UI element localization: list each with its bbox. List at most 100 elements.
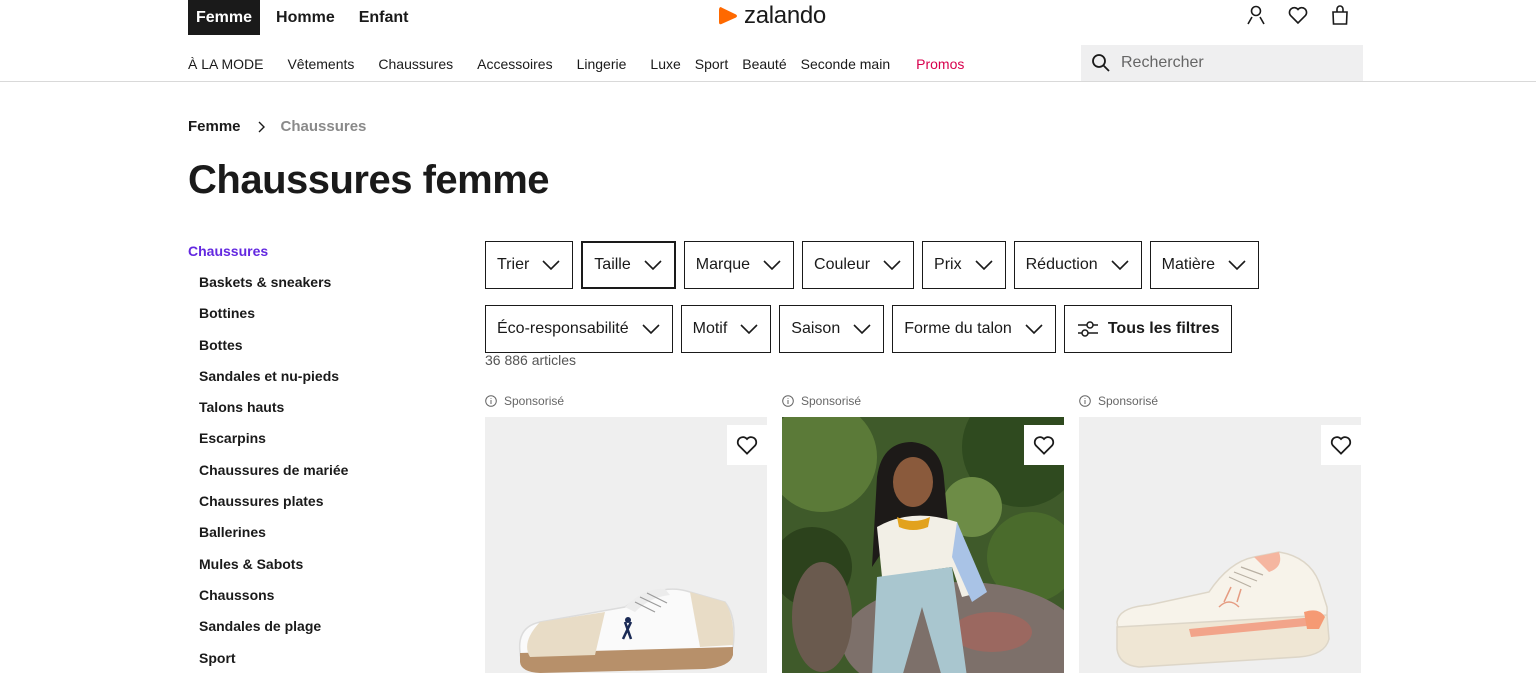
filter-reduction-button[interactable]: Réduction xyxy=(1013,241,1142,289)
chevron-down-icon xyxy=(542,260,560,271)
search-bar[interactable] xyxy=(1081,45,1363,81)
sidebar-item-ballerines[interactable]: Ballerines xyxy=(199,524,348,555)
sponsored-label: Sponsorisé xyxy=(485,393,767,409)
sponsored-text: Sponsorisé xyxy=(504,394,565,408)
sidebar-heading[interactable]: Chaussures xyxy=(188,243,348,259)
chevron-down-icon xyxy=(1228,260,1246,271)
gender-tab-femme[interactable]: Femme xyxy=(188,0,261,35)
gender-tabs: Femme Homme Enfant xyxy=(188,0,425,35)
wishlist-button[interactable] xyxy=(1024,425,1064,465)
filter-label: Éco-responsabilité xyxy=(497,320,629,337)
model-photo-image xyxy=(782,417,1064,673)
product-card[interactable]: Sponsorisé xyxy=(485,393,767,673)
filter-motif-button[interactable]: Motif xyxy=(680,305,772,353)
sidebar-item-sandales[interactable]: Sandales et nu-pieds xyxy=(199,368,348,399)
heart-icon[interactable] xyxy=(1286,3,1310,27)
filter-taille-button[interactable]: Taille xyxy=(581,241,676,289)
sidebar-list: Baskets & sneakers Bottines Bottes Sanda… xyxy=(188,274,348,673)
filter-couleur-button[interactable]: Couleur xyxy=(802,241,915,289)
sidebar-item-escarpins[interactable]: Escarpins xyxy=(199,430,348,461)
filter-label: Prix xyxy=(934,256,962,273)
sidebar-item-plates[interactable]: Chaussures plates xyxy=(199,493,348,524)
info-icon[interactable] xyxy=(782,395,794,407)
wishlist-button[interactable] xyxy=(727,425,767,465)
article-count: 36 886 articles xyxy=(485,352,577,368)
chevron-down-icon xyxy=(883,260,901,271)
page-title: Chaussures femme xyxy=(188,158,550,202)
all-filters-label: Tous les filtres xyxy=(1107,320,1220,337)
nav-item-beaute[interactable]: Beauté xyxy=(742,56,786,72)
nav-item-lingerie[interactable]: Lingerie xyxy=(577,56,627,72)
filter-prix-button[interactable]: Prix xyxy=(922,241,1006,289)
sidebar-item-plage[interactable]: Sandales de plage xyxy=(199,618,348,649)
filter-matiere-button[interactable]: Matière xyxy=(1149,241,1260,289)
breadcrumb-femme[interactable]: Femme xyxy=(188,118,241,135)
filter-label: Matière xyxy=(1161,256,1216,273)
breadcrumb: Femme Chaussures xyxy=(188,118,366,135)
filter-eco-button[interactable]: Éco-responsabilité xyxy=(485,305,673,353)
user-icon[interactable] xyxy=(1244,3,1268,27)
filter-trier-button[interactable]: Trier xyxy=(485,241,574,289)
sponsored-text: Sponsorisé xyxy=(801,394,862,408)
chevron-down-icon xyxy=(853,324,871,335)
search-icon xyxy=(1092,54,1110,72)
gender-tab-homme[interactable]: Homme xyxy=(268,0,343,35)
sliders-icon xyxy=(1077,321,1098,337)
filter-label: Trier xyxy=(497,256,530,273)
chevron-down-icon xyxy=(1111,260,1129,271)
nav-item-sport[interactable]: Sport xyxy=(695,56,728,72)
sponsored-text: Sponsorisé xyxy=(1098,394,1159,408)
filter-saison-button[interactable]: Saison xyxy=(779,305,885,353)
logo-play-icon xyxy=(719,7,737,25)
filter-label: Motif xyxy=(692,320,728,337)
nav-item-promos[interactable]: Promos xyxy=(916,56,964,72)
nav-item-chaussures[interactable]: Chaussures xyxy=(378,56,453,72)
chevron-down-icon xyxy=(763,260,781,271)
sidebar-item-sport[interactable]: Sport xyxy=(199,650,348,673)
sidebar-item-bottes[interactable]: Bottes xyxy=(199,337,348,368)
sidebar-item-talons-hauts[interactable]: Talons hauts xyxy=(199,399,348,430)
white-sneaker-image xyxy=(485,417,767,673)
product-card[interactable]: Sponsorisé xyxy=(782,393,1064,673)
chevron-right-icon xyxy=(258,121,265,132)
header-icons xyxy=(1244,3,1352,27)
info-icon[interactable] xyxy=(485,395,497,407)
nav-item-accessoires[interactable]: Accessoires xyxy=(477,56,552,72)
filter-label: Taille xyxy=(594,256,631,273)
sidebar-item-mariee[interactable]: Chaussures de mariée xyxy=(199,462,348,493)
sidebar-item-bottines[interactable]: Bottines xyxy=(199,305,348,336)
filter-label: Forme du talon xyxy=(904,320,1012,337)
bag-icon[interactable] xyxy=(1328,3,1352,27)
filter-marque-button[interactable]: Marque xyxy=(683,241,795,289)
main-navigation: À LA MODE Vêtements Chaussures Accessoir… xyxy=(188,56,988,72)
category-sidebar: Chaussures Baskets & sneakers Bottines B… xyxy=(188,243,348,673)
sidebar-item-chaussons[interactable]: Chaussons xyxy=(199,587,348,618)
top-header: Femme Homme Enfant zalando À LA MODE Vêt… xyxy=(0,0,1536,82)
product-card[interactable]: Sponsorisé xyxy=(1079,393,1361,673)
info-icon[interactable] xyxy=(1079,395,1091,407)
product-grid: Sponsorisé Sponsorisé Sponsorisé xyxy=(485,393,1361,673)
gender-tab-enfant[interactable]: Enfant xyxy=(351,0,417,35)
search-input[interactable] xyxy=(1121,54,1341,72)
zalando-logo[interactable]: zalando xyxy=(716,2,826,30)
filter-label: Marque xyxy=(695,256,751,273)
heart-icon xyxy=(1330,436,1352,455)
chevron-down-icon xyxy=(740,324,758,335)
nav-item-a-la-mode[interactable]: À LA MODE xyxy=(188,56,263,72)
sidebar-item-baskets[interactable]: Baskets & sneakers xyxy=(199,274,348,305)
platform-sneaker-image xyxy=(1079,417,1361,673)
filter-forme-talon-button[interactable]: Forme du talon xyxy=(892,305,1056,353)
nav-item-luxe[interactable]: Luxe xyxy=(650,56,680,72)
product-image[interactable] xyxy=(1079,417,1361,673)
all-filters-button[interactable]: Tous les filtres xyxy=(1063,305,1232,353)
sidebar-item-mules[interactable]: Mules & Sabots xyxy=(199,556,348,587)
product-image[interactable] xyxy=(782,417,1064,673)
sponsored-label: Sponsorisé xyxy=(782,393,1064,409)
heart-icon xyxy=(736,436,758,455)
product-image[interactable] xyxy=(485,417,767,673)
nav-item-vetements[interactable]: Vêtements xyxy=(287,56,354,72)
heart-icon xyxy=(1033,436,1055,455)
nav-item-seconde-main[interactable]: Seconde main xyxy=(801,56,891,72)
wishlist-button[interactable] xyxy=(1321,425,1361,465)
filter-bar: Trier Taille Marque Couleur Prix Réducti… xyxy=(485,241,1365,353)
